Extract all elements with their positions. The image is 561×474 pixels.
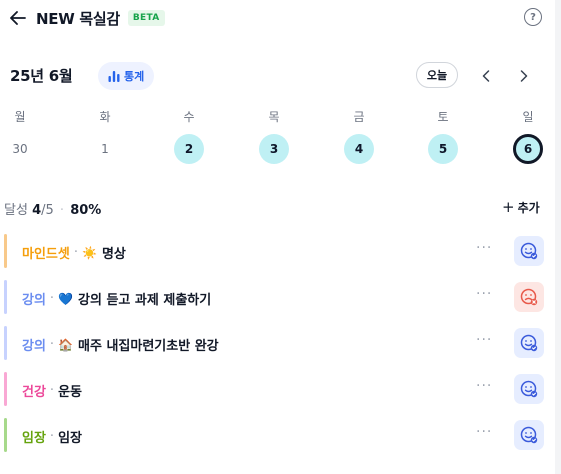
smile-check-icon[interactable] [514, 420, 544, 450]
achievement-count: 4 [32, 203, 42, 218]
add-task-button[interactable]: + 추가 [502, 198, 540, 216]
category-color-bar [4, 326, 7, 360]
task-category: 강의 [22, 293, 46, 308]
task-text: 강의 · 🏠 매주 내집마련기초반 완강 [22, 335, 219, 354]
task-emoji: 💙 [58, 291, 74, 306]
task-row[interactable]: 건강 · 운동 ··· [4, 372, 544, 406]
add-task-label: 추가 [517, 200, 540, 215]
task-row[interactable]: 강의 · 🏠 매주 내집마련기초반 완강 ··· [4, 326, 544, 360]
more-options-icon[interactable]: ··· [476, 240, 492, 256]
today-button[interactable]: 오늘 [416, 62, 458, 88]
weekday-label: 수 [183, 110, 195, 124]
separator-dot: · [73, 245, 78, 260]
separator-dot: · [49, 429, 55, 444]
sad-x-icon[interactable] [514, 282, 544, 312]
page-title: NEW 목실감 [36, 9, 120, 28]
weekday-label: 일 [522, 110, 534, 124]
week-days: 30 1 2 3 4 5 6 [0, 134, 561, 164]
task-emoji: 🏠 [58, 337, 74, 352]
task-title: 명상 [101, 247, 126, 262]
task-emoji: ☀️ [81, 245, 97, 260]
category-color-bar [4, 280, 7, 314]
stats-button[interactable]: 통계 [98, 62, 155, 90]
stats-label: 통계 [124, 70, 145, 83]
month-label: 25년 6월 [10, 67, 73, 85]
back-arrow-icon[interactable] [8, 8, 28, 28]
category-color-bar [4, 418, 7, 452]
task-text: 강의 · 💙 강의 듣고 과제 제출하기 [22, 289, 211, 308]
weekday-label: 월 [14, 110, 26, 124]
task-title: 임장 [58, 431, 82, 446]
separator-dot: · [49, 383, 55, 398]
next-week-icon[interactable] [514, 66, 534, 86]
more-options-icon[interactable]: ··· [476, 378, 492, 394]
weekday-label: 화 [99, 110, 111, 124]
beta-badge: BETA [127, 10, 165, 26]
category-color-bar [4, 372, 7, 406]
task-category: 강의 [22, 339, 46, 354]
task-row[interactable]: 임장 · 임장 ··· [4, 418, 544, 452]
day-cell[interactable]: 5 [428, 134, 458, 164]
task-category: 마인드셋 [22, 247, 70, 262]
weekday-label: 목 [268, 110, 280, 124]
achievement-label: 달성 [4, 203, 28, 218]
separator-dot: · [59, 203, 65, 218]
smile-check-icon[interactable] [514, 328, 544, 358]
task-text: 마인드셋 · ☀️ 명상 [22, 243, 126, 262]
task-title: 운동 [58, 385, 82, 400]
category-color-bar [4, 234, 7, 268]
day-cell[interactable]: 3 [259, 134, 289, 164]
smile-check-icon[interactable] [514, 374, 544, 404]
day-cell[interactable]: 30 [5, 134, 35, 164]
achievement-total: /5 [41, 203, 54, 218]
achievement-summary: 달성 4/5 · 80% [4, 199, 101, 218]
task-category: 건강 [22, 385, 46, 400]
task-row[interactable]: 강의 · 💙 강의 듣고 과제 제출하기 ··· [4, 280, 544, 314]
header: NEW 목실감 BETA [8, 6, 165, 30]
plus-icon: + [502, 198, 515, 216]
task-row[interactable]: 마인드셋 · ☀️ 명상 ··· [4, 234, 544, 268]
more-options-icon[interactable]: ··· [476, 424, 492, 440]
task-title: 강의 듣고 과제 제출하기 [78, 293, 212, 308]
month-row: 25년 6월 통계 오늘 [10, 62, 544, 90]
day-cell[interactable]: 1 [90, 134, 120, 164]
scrollbar[interactable] [555, 0, 561, 474]
task-title: 매주 내집마련기초반 완강 [78, 339, 219, 354]
task-text: 임장 · 임장 [22, 427, 82, 446]
prev-week-icon[interactable] [476, 66, 496, 86]
more-options-icon[interactable]: ··· [476, 332, 492, 348]
weekday-header: 월 화 수 목 금 토 일 [0, 104, 561, 134]
task-text: 건강 · 운동 [22, 381, 82, 400]
day-cell[interactable]: 4 [344, 134, 374, 164]
more-options-icon[interactable]: ··· [476, 286, 492, 302]
weekday-label: 토 [437, 110, 449, 124]
day-cell[interactable]: 2 [174, 134, 204, 164]
bar-chart-icon [108, 70, 120, 82]
task-category: 임장 [22, 431, 46, 446]
separator-dot: · [49, 291, 55, 306]
separator-dot: · [49, 337, 55, 352]
weekday-label: 금 [353, 110, 365, 124]
smile-check-icon[interactable] [514, 236, 544, 266]
help-icon[interactable]: ? [524, 8, 542, 26]
day-cell[interactable]: 6 [513, 134, 543, 164]
achievement-percent: 80% [70, 203, 102, 218]
